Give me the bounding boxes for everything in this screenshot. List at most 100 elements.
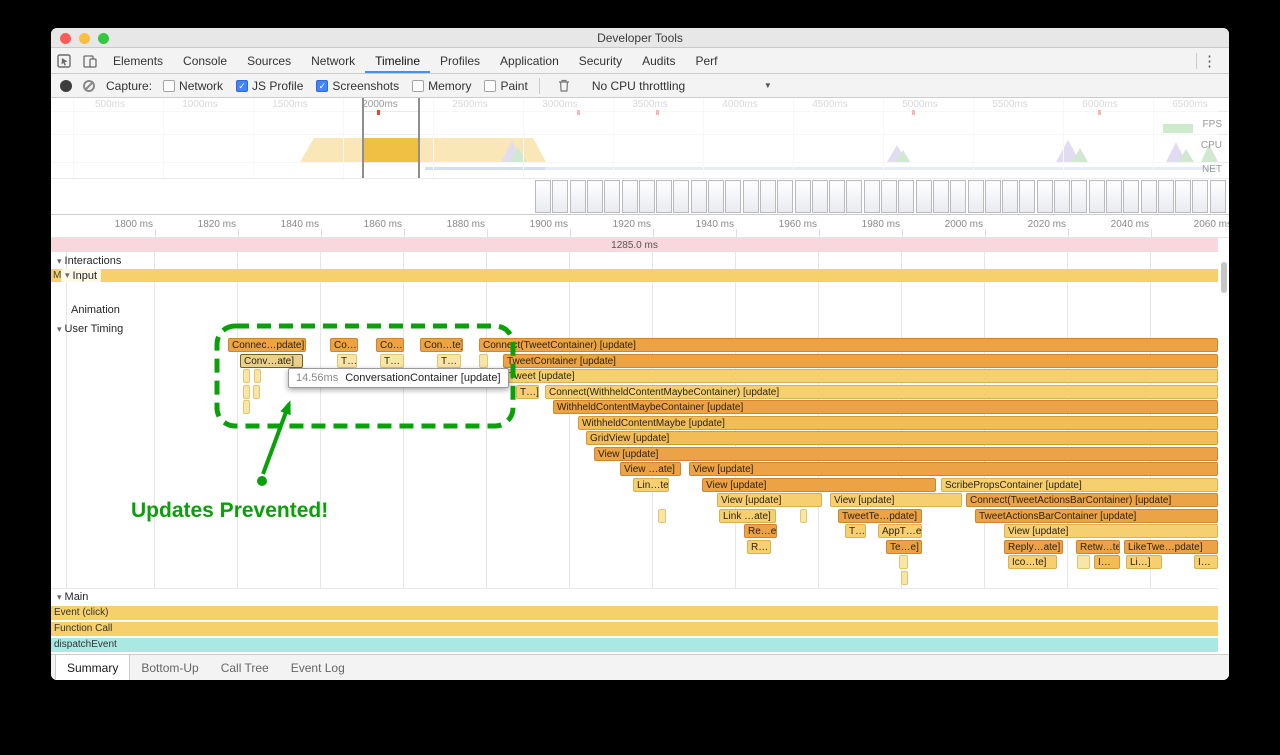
capture-checkbox-network[interactable]: Network [163,79,223,93]
section-input[interactable]: ▾ Input [61,269,101,282]
filmstrip-thumbnail[interactable] [743,180,759,213]
filmstrip-thumbnail[interactable] [1002,180,1018,213]
tab-perf[interactable]: Perf [685,48,727,73]
user-timing-bar[interactable] [243,369,250,383]
tab-elements[interactable]: Elements [103,48,173,73]
zoom-window-button[interactable] [98,33,109,44]
user-timing-bar[interactable]: Co…e] [330,338,358,352]
user-timing-bar[interactable]: GridView [update] [586,431,1218,445]
filmstrip-thumbnail[interactable] [622,180,638,213]
filmstrip-thumbnail[interactable] [1175,180,1191,213]
filmstrip-thumbnail[interactable] [587,180,603,213]
user-timing-bar[interactable]: WithheldContentMaybeContainer [update] [553,400,1218,414]
capture-checkbox-paint[interactable]: Paint [484,79,527,93]
tab-timeline[interactable]: Timeline [365,48,430,73]
user-timing-bar[interactable] [658,509,666,523]
user-timing-bar[interactable]: T…] [516,385,539,399]
user-timing-bar[interactable]: T… [337,354,357,368]
inspect-element-icon[interactable] [51,48,77,73]
main-row-function-call[interactable]: Function Call [51,622,1218,636]
user-timing-bar[interactable] [253,385,260,399]
user-timing-bar[interactable]: Te…e] [886,540,922,554]
user-timing-bar[interactable] [899,555,908,569]
tab-security[interactable]: Security [569,48,632,73]
user-timing-bar[interactable]: TweetTe…pdate] [838,509,922,523]
filmstrip-thumbnail[interactable] [570,180,586,213]
user-timing-bar[interactable]: Retw…te] [1076,540,1120,554]
tab-application[interactable]: Application [490,48,569,73]
capture-checkbox-screenshots[interactable]: ✓Screenshots [316,79,399,93]
user-timing-bar[interactable]: View [update] [689,462,1218,476]
user-timing-bar[interactable]: Reply…ate] [1004,540,1063,554]
input-track-bar[interactable] [51,269,1218,282]
user-timing-bar[interactable]: TweetContainer [update] [503,354,1218,368]
user-timing-bar[interactable]: T… [437,354,461,368]
details-tab-call-tree[interactable]: Call Tree [210,655,280,680]
tab-console[interactable]: Console [173,48,237,73]
user-timing-bar[interactable] [479,354,488,368]
user-timing-bar[interactable]: Connect(TweetActionsBarContainer) [updat… [966,493,1218,507]
user-timing-bar[interactable]: View [update] [702,478,936,492]
main-row-dispatchevent[interactable]: dispatchEvent [51,638,1218,652]
user-timing-bar[interactable] [254,369,261,383]
user-timing-bar[interactable]: I… [1094,555,1120,569]
user-timing-bar[interactable]: T… [380,354,404,368]
capture-checkbox-js-profile[interactable]: ✓JS Profile [236,79,303,93]
clear-recording-button[interactable] [83,80,95,92]
user-timing-bar[interactable]: Tweet [update] [505,369,1218,383]
user-timing-bar[interactable]: Connect(TweetContainer) [update] [479,338,1218,352]
user-timing-bar[interactable]: Re…e] [744,524,777,538]
close-window-button[interactable] [60,33,71,44]
user-timing-bar[interactable]: TweetActionsBarContainer [update] [975,509,1218,523]
details-tab-bottom-up[interactable]: Bottom-Up [130,655,209,680]
filmstrip-thumbnail[interactable] [1054,180,1070,213]
filmstrip-thumbnail[interactable] [1037,180,1053,213]
filmstrip-thumbnail[interactable] [985,180,1001,213]
user-timing-bar[interactable] [1077,555,1090,569]
filmstrip-thumbnail[interactable] [846,180,862,213]
user-timing-bar[interactable] [243,400,250,414]
user-timing-bar[interactable]: Lin…te] [633,478,669,492]
user-timing-bar[interactable]: Connect(WithheldContentMaybeContainer) [… [545,385,1218,399]
user-timing-bar[interactable]: View [update] [594,447,1218,461]
filmstrip-thumbnail[interactable] [691,180,707,213]
filmstrip-thumbnail[interactable] [898,180,914,213]
user-timing-bar[interactable]: View …ate] [620,462,681,476]
tab-network[interactable]: Network [301,48,365,73]
user-timing-bar[interactable]: I… [1194,555,1218,569]
garbage-collect-icon[interactable] [551,79,577,92]
vertical-scrollbar[interactable] [1221,262,1227,293]
filmstrip-thumbnail[interactable] [777,180,793,213]
user-timing-bar[interactable] [243,385,250,399]
user-timing-bar[interactable]: Ico…te] [1008,555,1057,569]
device-toolbar-icon[interactable] [77,48,103,73]
user-timing-bar[interactable]: AppT…e] [878,524,922,538]
tab-sources[interactable]: Sources [237,48,301,73]
details-tab-event-log[interactable]: Event Log [280,655,356,680]
filmstrip-thumbnail[interactable] [1071,180,1087,213]
user-timing-bar[interactable]: T… [845,524,866,538]
filmstrip-thumbnail[interactable] [552,180,568,213]
details-tab-summary[interactable]: Summary [55,655,130,680]
user-timing-bar[interactable]: Connec…pdate] [228,338,306,352]
filmstrip-thumbnail[interactable] [950,180,966,213]
filmstrip-thumbnail[interactable] [1019,180,1035,213]
user-timing-bar[interactable]: LikeTwe…pdate] [1124,540,1218,554]
user-timing-bar[interactable]: Con…te] [420,338,463,352]
filmstrip-thumbnail[interactable] [1210,180,1226,213]
selection-handle-left[interactable] [362,98,364,178]
user-timing-bar[interactable]: Co…e] [376,338,404,352]
user-timing-bar[interactable]: View [update] [830,493,962,507]
user-timing-bar[interactable]: View [update] [1004,524,1218,538]
filmstrip-thumbnail[interactable] [1192,180,1208,213]
tab-profiles[interactable]: Profiles [430,48,490,73]
filmstrip-thumbnail[interactable] [916,180,932,213]
devtools-menu-button[interactable]: ⋮ [1196,48,1223,74]
filmstrip-thumbnail[interactable] [881,180,897,213]
filmstrip-thumbnail[interactable] [708,180,724,213]
user-timing-bar[interactable]: Li…] [1126,555,1162,569]
section-animation[interactable]: Animation [71,304,120,316]
section-user-timing[interactable]: ▾ User Timing [57,323,123,335]
user-timing-bar[interactable] [901,571,908,585]
filmstrip-thumbnail[interactable] [760,180,776,213]
